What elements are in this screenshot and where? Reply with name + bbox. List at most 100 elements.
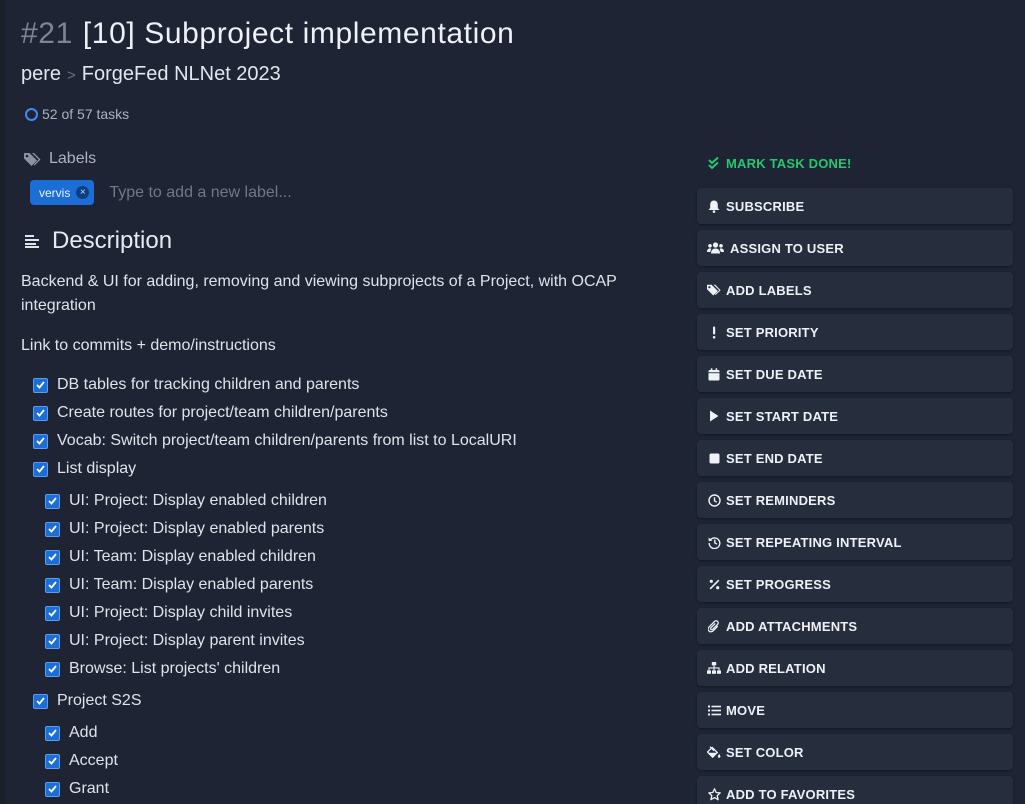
checklist-item: UI: Project: Display enabled children xyxy=(45,490,327,512)
description-heading-text: Description xyxy=(52,227,173,254)
checklist-checkbox[interactable] xyxy=(45,493,60,509)
checklist-item: UI: Team: Display enabled parents xyxy=(45,574,313,596)
set-due-date-button[interactable]: SET DUE DATE xyxy=(697,356,1013,392)
set-color-button[interactable]: SET COLOR xyxy=(697,734,1013,770)
checklist-item: UI: Project: Display enabled parents xyxy=(45,518,324,540)
checklist-item: List display xyxy=(33,458,136,480)
description-paragraph: Link to commits + demo/instructions xyxy=(21,337,276,354)
align-left-icon xyxy=(25,235,39,248)
bell-icon xyxy=(707,199,721,213)
checklist-progress: 52 of 57 tasks xyxy=(25,104,129,124)
clock-icon xyxy=(707,493,721,507)
background-app-edge xyxy=(0,0,5,804)
action-button-label: SET DUE DATE xyxy=(726,366,823,382)
action-button-label: SUBSCRIBE xyxy=(726,198,805,214)
checklist-item-text: Project S2S xyxy=(57,692,142,709)
checklist-checkbox[interactable] xyxy=(45,521,60,537)
add-relation-button[interactable]: ADD RELATION xyxy=(697,650,1013,686)
sitemap-icon xyxy=(707,661,721,675)
checklist-checkbox[interactable] xyxy=(33,693,48,709)
users-icon xyxy=(707,241,724,255)
checklist-item-text: Create routes for project/team children/… xyxy=(57,404,388,421)
checklist-item: Create routes for project/team children/… xyxy=(33,402,388,424)
checklist-item: UI: Team: Display enabled children xyxy=(45,546,316,568)
checklist-item-text: UI: Team: Display enabled parents xyxy=(69,576,314,593)
checklist-checkbox[interactable] xyxy=(45,725,60,741)
checklist-checkbox[interactable] xyxy=(45,577,60,593)
action-button-label: SET PRIORITY xyxy=(726,324,819,340)
checklist-item: Add xyxy=(45,722,97,744)
checklist-checkbox[interactable] xyxy=(45,633,60,649)
action-button-label: MOVE xyxy=(726,702,766,718)
subscribe-button[interactable]: SUBSCRIBE xyxy=(697,188,1013,224)
checklist-item-text: DB tables for tracking children and pare… xyxy=(57,376,360,393)
checklist-item-text: List display xyxy=(57,460,137,477)
add-attachments-button[interactable]: ADD ATTACHMENTS xyxy=(697,608,1013,644)
action-button-label: ADD ATTACHMENTS xyxy=(726,618,858,634)
action-button-label: ADD TO FAVORITES xyxy=(726,786,856,802)
action-button-label: SET PROGRESS xyxy=(726,576,831,592)
calendar-icon xyxy=(707,367,721,381)
task-title[interactable]: [10] Subproject implementation xyxy=(83,17,515,50)
history-icon xyxy=(707,535,721,549)
mark-task-done-button[interactable]: MARK TASK DONE! xyxy=(697,145,1013,181)
task-id: #21 xyxy=(21,17,73,50)
set-priority-button[interactable]: SET PRIORITY xyxy=(697,314,1013,350)
action-button-label: ADD LABELS xyxy=(726,282,812,298)
move-button[interactable]: MOVE xyxy=(697,692,1013,728)
checklist-checkbox[interactable] xyxy=(33,433,48,449)
assign-to-user-button[interactable]: ASSIGN TO USER xyxy=(697,230,1013,266)
star-icon xyxy=(707,787,721,801)
add-to-favorites-button[interactable]: ADD TO FAVORITES xyxy=(697,776,1013,804)
add-labels-button[interactable]: ADD LABELS xyxy=(697,272,1013,308)
set-reminders-button[interactable]: SET REMINDERS xyxy=(697,482,1013,518)
checklist-item: DB tables for tracking children and pare… xyxy=(33,374,359,396)
checklist-item-text: Add xyxy=(69,724,98,741)
checklist-checkbox[interactable] xyxy=(33,377,48,393)
checklist-item: Browse: List projects' children xyxy=(45,658,280,680)
breadcrumb-project[interactable]: ForgeFed NLNet 2023 xyxy=(82,63,281,85)
task-detail-page: #21 [10] Subproject implementation pere > F… xyxy=(0,0,1025,804)
set-repeating-interval-button[interactable]: SET REPEATING INTERVAL xyxy=(697,524,1013,560)
set-progress-button[interactable]: SET PROGRESS xyxy=(697,566,1013,602)
checklist-checkbox[interactable] xyxy=(33,461,48,477)
breadcrumb: pere > ForgeFed NLNet 2023 xyxy=(21,60,281,90)
checklist-checkbox[interactable] xyxy=(45,549,60,565)
action-button-label: ADD RELATION xyxy=(726,660,826,676)
progress-text: 52 of 57 tasks xyxy=(42,106,130,122)
checklist-checkbox[interactable] xyxy=(45,605,60,621)
checklist-checkbox[interactable] xyxy=(33,405,48,421)
checklist-item: UI: Project: Display child invites xyxy=(45,602,292,624)
label-tag: vervis × xyxy=(30,180,95,205)
add-label-input[interactable] xyxy=(107,182,392,203)
mark-task-done-label: MARK TASK DONE! xyxy=(726,155,852,171)
labels-heading-text: Labels xyxy=(49,150,97,167)
remove-label-icon[interactable]: × xyxy=(76,186,90,199)
labels-editor: vervis × xyxy=(30,180,392,205)
checklist-item: Vocab: Switch project/team children/pare… xyxy=(33,430,517,452)
checklist-item: UI: Project: Display parent invites xyxy=(45,630,305,652)
set-start-date-button[interactable]: SET START DATE xyxy=(697,398,1013,434)
checklist-checkbox[interactable] xyxy=(45,753,60,769)
action-button-label: SET START DATE xyxy=(726,408,839,424)
checklist-item-text: UI: Project: Display enabled children xyxy=(69,492,327,509)
checklist-item-text: UI: Project: Display enabled parents xyxy=(69,520,325,537)
action-button-label: SET COLOR xyxy=(726,744,804,760)
checklist-checkbox[interactable] xyxy=(45,781,60,797)
checklist-item-text: Grant xyxy=(69,780,110,797)
breadcrumb-namespace[interactable]: pere xyxy=(21,63,61,85)
checklist-item-text: Browse: List projects' children xyxy=(69,660,281,677)
task-heading: #21 [10] Subproject implementation xyxy=(21,14,514,54)
checklist-item-text: UI: Team: Display enabled children xyxy=(69,548,316,565)
checklist-item: Accept xyxy=(45,750,118,772)
paint-bucket-icon xyxy=(707,745,721,759)
action-button-label: SET REPEATING INTERVAL xyxy=(726,534,902,550)
stop-icon xyxy=(707,451,721,465)
play-icon xyxy=(707,409,721,423)
description-body[interactable]: Backend & UI for adding, removing and vi… xyxy=(21,270,671,374)
labels-heading: Labels xyxy=(24,148,96,170)
set-end-date-button[interactable]: SET END DATE xyxy=(697,440,1013,476)
checklist-checkbox[interactable] xyxy=(45,661,60,677)
checklist-item-text: Vocab: Switch project/team children/pare… xyxy=(57,432,517,449)
checklist-item-text: UI: Project: Display parent invites xyxy=(69,632,305,649)
